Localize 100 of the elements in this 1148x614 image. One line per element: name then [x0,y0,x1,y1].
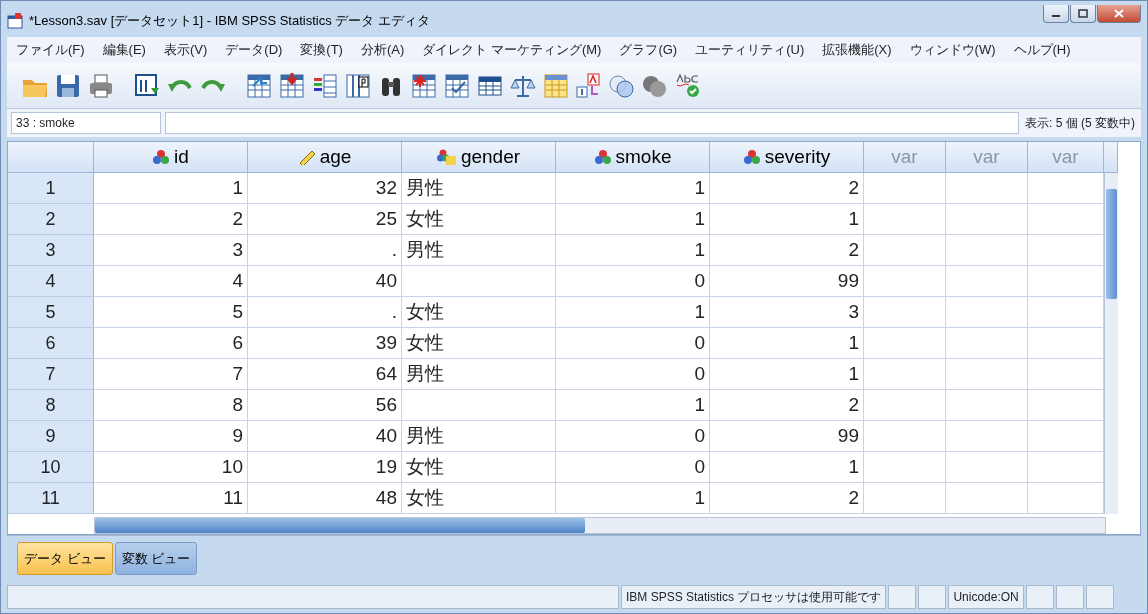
status-message: IBM SPSS Statistics プロセッサは使用可能です [621,585,887,609]
table-cell: 7 [94,359,248,390]
table-cell: 10 [94,452,248,483]
table-cell: 4 [94,266,248,297]
app-icon [7,13,23,29]
view-tab[interactable]: データ ビュー [17,541,113,576]
cell-name-field: 33 : smoke [11,112,161,134]
table-cell: 1 [94,173,248,204]
table-cell: 1 [710,204,864,235]
menu-item[interactable]: 変換(T) [291,40,352,60]
maximize-button[interactable] [1070,5,1096,23]
row-header[interactable]: 7 [8,359,94,390]
table-cell: 男性 [402,235,556,266]
table-cell: 1 [710,452,864,483]
spellcheck-icon[interactable] [674,71,702,100]
table-cell: 0 [556,452,710,483]
table-cell: 8 [94,390,248,421]
scrollbar-corner [1104,142,1118,173]
table-cell: 99 [710,266,864,297]
menu-item[interactable]: ヘルプ(H) [1004,40,1080,60]
table-cell: 1 [556,390,710,421]
column-label: severity [764,144,831,169]
menu-item[interactable]: 分析(A) [351,40,414,60]
horizontal-scrollbar[interactable] [94,517,1106,534]
table-icon[interactable] [443,71,471,100]
table-cell: 1 [556,235,710,266]
table-cell: 0 [556,266,710,297]
table-icon[interactable] [344,71,372,100]
table-icon[interactable] [311,71,339,100]
row-header[interactable]: 9 [8,421,94,452]
row-header[interactable]: 1 [8,173,94,204]
menu-item[interactable]: 表示(V) [154,40,217,60]
row-header[interactable]: 11 [8,483,94,514]
row-header[interactable]: 6 [8,328,94,359]
menu-item[interactable]: ファイル(F) [7,40,94,60]
table-cell: 3 [94,235,248,266]
table-cell: . [248,297,402,328]
table-cell: 56 [248,390,402,421]
nominal-icon [152,149,171,165]
table-cell: 40 [248,266,402,297]
table-cell: 1 [556,204,710,235]
table-cell: 2 [94,204,248,235]
status-panel [918,585,947,609]
table-cell: 5 [94,297,248,328]
status-panel [1025,585,1054,609]
print-icon[interactable] [87,71,115,100]
unicode-status: Unicode:ON [948,585,1024,609]
row-header[interactable]: 4 [8,266,94,297]
vertical-scrollbar[interactable] [1104,173,1118,514]
table-cell: 0 [556,328,710,359]
ruler-icon [297,149,316,165]
column-label: id [174,144,189,169]
table-cell: 9 [94,421,248,452]
table-cell: 99 [710,421,864,452]
status-panel [888,585,917,609]
table-cell: 1 [710,359,864,390]
status-panel [1085,585,1114,609]
label-icon[interactable] [575,71,603,100]
table-cell: 2 [710,390,864,421]
table-cell: 1 [556,297,710,328]
table-cell: 6 [94,328,248,359]
close-button[interactable] [1097,5,1141,23]
menu-item[interactable]: データ(D) [216,40,292,60]
table-cell: 64 [248,359,402,390]
menu-item[interactable]: 拡張機能(X) [813,40,901,60]
cell-value-field[interactable] [165,112,1019,134]
row-header[interactable]: 8 [8,390,94,421]
table-cell: 女性 [402,297,556,328]
table-cell: 32 [248,173,402,204]
table-icon[interactable] [278,71,306,100]
row-header[interactable]: 10 [8,452,94,483]
table-cell: 1 [556,173,710,204]
row-header[interactable]: 3 [8,235,94,266]
menu-item[interactable]: ダイレクト マーケティング(M) [413,40,611,60]
table-cell: . [248,235,402,266]
column-label: age [319,144,352,169]
table-cell: 男性 [402,173,556,204]
menu-item[interactable]: ウィンドウ(W) [900,40,1005,60]
table-cell: 1 [710,328,864,359]
table-icon[interactable] [410,71,438,100]
menu-item[interactable]: ユーティリティ(U) [686,40,814,60]
table-icon[interactable] [245,71,273,100]
view-tab[interactable]: 変数 ビュー [114,541,198,576]
variable-count: 表示: 5 個 (5 変数中) [1024,115,1136,132]
minimize-button[interactable] [1043,5,1069,23]
table-cell: 女性 [402,204,556,235]
status-panel [1055,585,1084,609]
nominal-string-icon [436,149,457,165]
column-label: gender [460,144,521,169]
maximize-icon [1078,9,1088,18]
table-cell: 3 [710,297,864,328]
row-header[interactable]: 2 [8,204,94,235]
window-title: *Lesson3.sav [データセット1] - IBM SPSS Statistics データ エディタ [29,12,430,31]
table-cell: 25 [248,204,402,235]
table-cell: 女性 [402,328,556,359]
column-label: smoke [615,144,672,169]
table-cell: 19 [248,452,402,483]
menu-item[interactable]: 編集(E) [93,40,155,60]
row-header[interactable]: 5 [8,297,94,328]
menu-item[interactable]: グラフ(G) [610,40,687,60]
